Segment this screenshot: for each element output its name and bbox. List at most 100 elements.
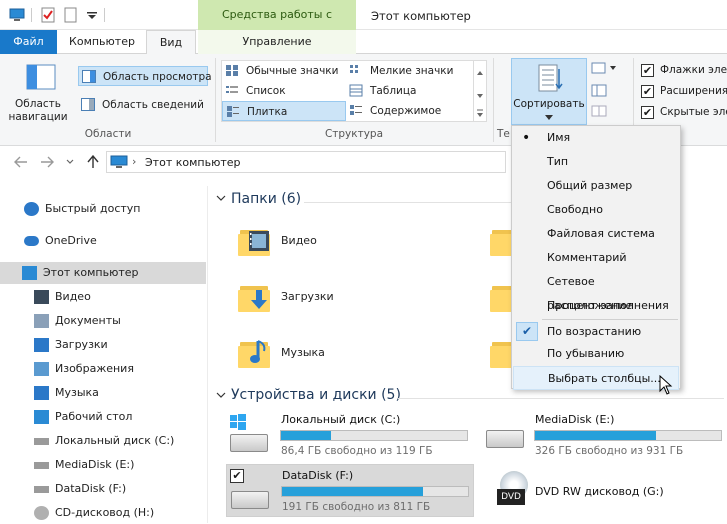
hidden-items-label: Скрытые эле [660,106,727,118]
hidden-items-checkbox[interactable]: ✔ [641,106,654,119]
layout-normal-icons[interactable]: Обычные значки [222,61,346,81]
layout-tiles[interactable]: Плитка [222,101,346,121]
extensions-checkbox[interactable]: ✔ [641,85,654,98]
sidebar-item[interactable]: Этот компьютер [0,262,206,284]
pictures-icon [34,362,49,376]
sidebar-item[interactable]: CD-дисковод (H:) [0,502,206,524]
sort-menu-item[interactable]: Комментарий [513,246,679,270]
forward-arrow-icon[interactable] [40,156,54,168]
downloads-folder-icon[interactable] [238,280,270,312]
up-arrow-icon[interactable] [86,155,100,168]
hidden-items-toggle[interactable]: ✔ Скрытые эле [640,105,727,121]
sort-menu-item[interactable]: Сетевое расположение [513,270,679,312]
sidebar-item-label: Загрузки [55,338,108,351]
sort-button[interactable]: Сортировать [511,58,587,125]
hard-drive-icon [486,430,524,448]
sidebar-item-label: OneDrive [45,234,97,247]
sidebar-item[interactable]: Видео [0,286,206,308]
selection-checkbox[interactable]: ✔ [230,469,244,483]
documents-icon [34,314,49,328]
ribbon-tabs: Файл Компьютер Вид Управление [0,30,727,55]
back-arrow-icon[interactable] [14,156,28,168]
navigation-pane-button[interactable]: Область навигации [4,58,72,126]
contextual-tab-header: Средства работы с дисками [198,0,356,51]
sidebar-item[interactable]: Музыка [0,382,206,404]
tab-file[interactable]: Файл [0,30,57,54]
item-checkboxes-label: Флажки элем [660,64,727,76]
layout-table[interactable]: Таблица [346,81,470,101]
sidebar-item[interactable]: Изображения [0,358,206,380]
extensions-toggle[interactable]: ✔ Расширения [640,84,727,100]
sidebar-item[interactable]: Загрузки [0,334,206,356]
sort-menu-item[interactable]: Тип [513,150,679,174]
customize-toolbar-icon[interactable] [84,7,100,23]
folder-label[interactable]: Видео [281,234,317,247]
sort-menu-item[interactable]: Файловая система [513,222,679,246]
item-checkboxes-toggle[interactable]: ✔ Флажки элем [640,63,727,79]
add-columns-icon[interactable] [591,84,609,98]
computer-icon[interactable] [9,7,25,23]
drive-tile-c[interactable]: Локальный диск (C:) 86,4 ГБ свободно из … [226,410,474,460]
item-checkboxes-checkbox[interactable]: ✔ [641,64,654,77]
selected-bullet-icon: • [522,130,531,146]
sidebar-item[interactable]: Локальный диск (C:) [0,430,206,452]
group-label-areas: Области [84,128,132,140]
group-by-icon[interactable] [591,62,617,76]
recent-locations-chevron-icon[interactable] [66,159,74,165]
sidebar-item-label: Документы [55,314,121,327]
title-bar: Средства работы с дисками Этот компьютер [0,0,727,51]
folder-label[interactable]: Загрузки [281,290,334,303]
sort-menu-item-label: Комментарий [547,251,627,264]
drive-tile-g[interactable]: DVD DVD RW дисковод (G:) [480,468,725,518]
tab-view[interactable]: Вид [146,30,196,55]
folder-label[interactable]: Музыка [281,346,325,359]
music-folder-icon[interactable] [238,336,270,368]
drive-tile-e[interactable]: MediaDisk (E:) 326 ГБ свободно из 931 ГБ [480,410,725,460]
folders-section-title[interactable]: Папки (6) [231,191,301,207]
gallery-scroll[interactable] [473,61,486,121]
drive-name: Локальный диск (C:) [281,413,401,426]
sidebar-item[interactable]: Документы [0,310,206,332]
drive-icon [34,486,49,493]
sort-menu-item[interactable]: Процент заполнения [513,294,679,318]
details-pane-button[interactable]: Область сведений [78,95,208,115]
devices-section-title[interactable]: Устройства и диски (5) [231,387,401,403]
sidebar-item[interactable]: Рабочий стол [0,406,206,428]
sort-menu-item[interactable]: Имя • [513,126,679,150]
tab-computer[interactable]: Компьютер [60,30,144,54]
drive-tile-f[interactable]: ✔ DataDisk (F:) 191 ГБ свободно из 811 Г… [226,464,474,517]
sort-menu-item[interactable]: Свободно [513,198,679,222]
tiles-icon [227,106,239,117]
preview-pane-button[interactable]: Область просмотра [78,66,212,86]
layout-list[interactable]: Список [222,81,346,101]
sidebar-item[interactable]: MediaDisk (E:) [0,454,206,476]
sidebar-item[interactable]: DataDisk (F:) [0,478,206,500]
music-icon [34,386,49,400]
computer-icon [22,266,37,280]
address-bar[interactable]: › Этот компьютер [106,151,506,173]
details-pane-icon [81,98,95,111]
new-folder-icon[interactable] [63,7,79,23]
layout-content[interactable]: Содержимое [346,101,470,121]
drive-usage-bar [280,430,468,441]
sidebar-item[interactable]: OneDrive [0,230,206,252]
size-columns-icon[interactable] [591,104,609,118]
breadcrumb[interactable]: Этот компьютер [145,156,241,169]
window-title: Этот компьютер [371,9,471,23]
collapse-chevron-icon[interactable] [216,194,226,202]
layout-small-icons[interactable]: Мелкие значки [346,61,470,81]
collapse-chevron-icon[interactable] [216,391,226,399]
content-icon [350,105,362,115]
choose-columns-item[interactable]: Выбрать столбцы... [513,366,679,390]
tab-manage[interactable]: Управление [198,30,356,54]
extensions-label: Расширения [660,85,727,97]
properties-icon[interactable] [40,7,56,23]
sort-descending-item[interactable]: По убыванию [513,342,679,366]
sidebar-item-label: Этот компьютер [43,266,139,279]
sort-menu-item[interactable]: Общий размер [513,174,679,198]
sidebar-item[interactable]: Быстрый доступ [0,198,206,220]
drive-icon [34,462,49,469]
sort-ascending-item[interactable]: По возрастанию ✔ [513,320,679,344]
video-folder-icon[interactable] [238,224,270,256]
sort-menu-item-label: Тип [547,155,569,168]
